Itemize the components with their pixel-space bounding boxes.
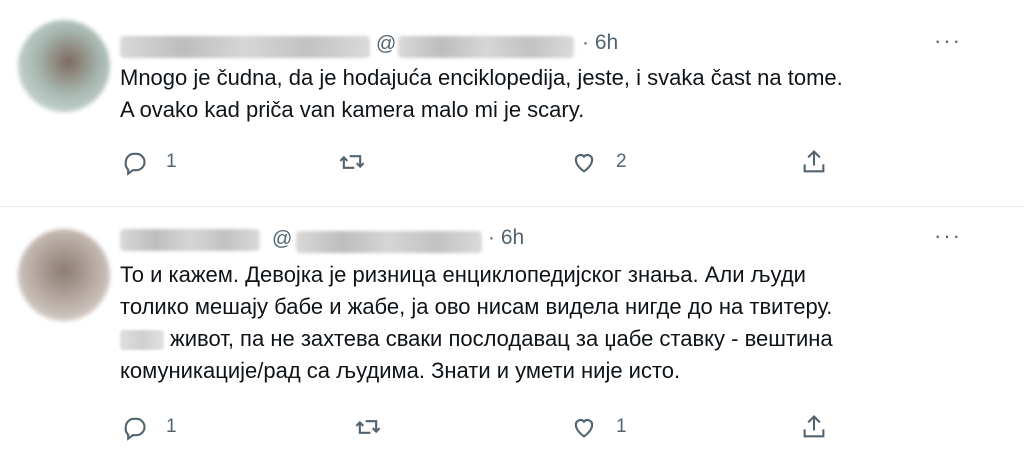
share-icon bbox=[803, 150, 825, 173]
like-count: 1 bbox=[616, 416, 627, 437]
reply-button[interactable]: 1 bbox=[120, 413, 177, 441]
handle-at: @ bbox=[376, 33, 397, 55]
handle-redacted bbox=[296, 231, 482, 253]
retweet-icon bbox=[355, 420, 381, 434]
display-name-redacted bbox=[120, 229, 260, 251]
display-name-redacted bbox=[120, 36, 370, 58]
tweet-1[interactable]: @ · 6h ··· Mnogo je čudna, da je hodajuć… bbox=[0, 0, 1024, 207]
tweet-text-line: Mnogo je čudna, da je hodajuća enciklope… bbox=[120, 65, 843, 90]
tweet-text-fragment: живот, па не захтева сваки послодавац за… bbox=[170, 326, 833, 351]
heart-icon bbox=[574, 419, 594, 438]
like-button[interactable]: 2 bbox=[570, 148, 627, 176]
redacted-word bbox=[120, 330, 164, 351]
share-button[interactable] bbox=[800, 413, 828, 441]
share-button[interactable] bbox=[800, 148, 828, 176]
timestamp[interactable]: · 6h bbox=[582, 31, 618, 55]
share-icon bbox=[803, 415, 825, 438]
tweet-text-line-with-redaction: живот, па не захтева сваки послодавац за… bbox=[120, 323, 833, 355]
reply-icon bbox=[124, 152, 146, 176]
heart-icon bbox=[574, 154, 594, 173]
timestamp[interactable]: · 6h bbox=[488, 226, 524, 250]
avatar[interactable] bbox=[18, 20, 110, 112]
more-icon[interactable]: ··· bbox=[934, 223, 962, 249]
reply-button[interactable]: 1 bbox=[120, 148, 177, 176]
like-button[interactable]: 1 bbox=[570, 413, 627, 441]
tweet-text-line: комуникације/рад са људима. Знати и умет… bbox=[120, 358, 681, 383]
retweet-icon bbox=[339, 155, 365, 169]
reply-count: 1 bbox=[166, 151, 177, 172]
tweet-text-line: A ovako kad priča van kamera malo mi je … bbox=[120, 97, 585, 122]
more-icon[interactable]: ··· bbox=[934, 28, 962, 54]
handle-redacted bbox=[398, 36, 574, 58]
tweet-text-line: То и кажем. Девојка је ризница енциклопе… bbox=[120, 262, 806, 287]
like-count: 2 bbox=[616, 151, 627, 172]
reply-count: 1 bbox=[166, 416, 177, 437]
avatar[interactable] bbox=[18, 229, 110, 321]
handle-at: @ bbox=[272, 228, 293, 250]
retweet-button[interactable] bbox=[354, 413, 382, 441]
retweet-button[interactable] bbox=[338, 148, 366, 176]
tweet-text-line: толико мешају бабе и жабе, ја ово нисам … bbox=[120, 294, 833, 319]
tweet-2[interactable]: @ · 6h ··· То и кажем. Девојка је ризниц… bbox=[0, 207, 1024, 463]
reply-icon bbox=[124, 417, 146, 441]
